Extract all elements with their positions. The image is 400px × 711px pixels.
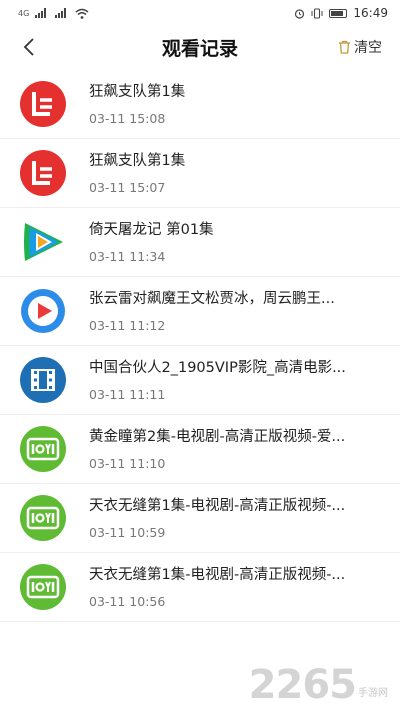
- vibrate-icon: [311, 7, 323, 19]
- history-row[interactable]: 黄金瞳第2集-电视剧-高清正版视频-爱... 03-11 11:10: [0, 415, 400, 484]
- history-row-text: 倚天屠龙记 第01集 03-11 11:34: [89, 220, 400, 265]
- film-1905-logo-icon: [20, 357, 66, 403]
- watch-time: 03-11 11:10: [89, 455, 166, 471]
- youku-logo-icon: [21, 289, 65, 333]
- video-title: 天衣无缝第1集-电视剧-高清正版视频-...: [89, 497, 346, 514]
- history-row-text: 张云雷对飙魔王文松贾冰，周云鹏王... 03-11 11:12: [89, 289, 400, 334]
- watermark-number: 2265: [248, 662, 357, 708]
- signal-icon: [35, 8, 47, 18]
- iqiyi-logo-icon: [20, 495, 66, 541]
- video-title: 黄金瞳第2集-电视剧-高清正版视频-爱...: [89, 428, 346, 445]
- chevron-left-icon: [23, 38, 34, 56]
- alarm-icon: [295, 8, 305, 19]
- watch-time: 03-11 11:11: [89, 386, 166, 402]
- history-row[interactable]: 倚天屠龙记 第01集 03-11 11:34: [0, 208, 400, 277]
- watermark: 2265 手游网: [249, 665, 388, 705]
- page-title: 观看记录: [161, 37, 238, 60]
- history-row-text: 狂飙支队第1集 03-11 15:07: [89, 151, 400, 196]
- status-bar: 4G 16:49: [0, 0, 400, 26]
- signal-icon-2: [55, 8, 67, 18]
- battery-icon: [329, 8, 348, 18]
- watch-time: 03-11 10:59: [89, 524, 166, 540]
- history-row[interactable]: 天衣无缝第1集-电视剧-高清正版视频-... 03-11 10:59: [0, 484, 400, 553]
- history-row[interactable]: 天衣无缝第1集-电视剧-高清正版视频-... 03-11 10:56: [0, 553, 400, 622]
- clear-label: 清空: [354, 40, 382, 56]
- history-row-text: 狂飙支队第1集 03-11 15:08: [89, 82, 400, 127]
- status-right: 16:49: [294, 6, 388, 20]
- tencent-video-logo-icon: [24, 223, 63, 261]
- history-row[interactable]: 狂飙支队第1集 03-11 15:08: [0, 70, 400, 139]
- history-list: 狂飙支队第1集 03-11 15:08 狂飙支队第1集 03-11 15:07 …: [0, 70, 400, 622]
- video-title: 天衣无缝第1集-电视剧-高清正版视频-...: [89, 566, 346, 583]
- video-title: 中国合伙人2_1905VIP影院_高清电影...: [89, 359, 346, 376]
- letv-logo-icon: [20, 150, 66, 196]
- watch-time: 03-11 11:34: [89, 248, 166, 264]
- history-row-text: 天衣无缝第1集-电视剧-高清正版视频-... 03-11 10:59: [89, 496, 400, 541]
- iqiyi-logo-icon: [20, 564, 66, 610]
- history-row-text: 中国合伙人2_1905VIP影院_高清电影... 03-11 11:11: [89, 358, 400, 403]
- status-left: 4G: [18, 8, 89, 19]
- history-row-text: 天衣无缝第1集-电视剧-高清正版视频-... 03-11 10:56: [89, 565, 400, 610]
- video-title: 倚天屠龙记 第01集: [89, 221, 214, 238]
- watch-time: 03-11 15:08: [89, 110, 166, 126]
- wifi-icon: [75, 8, 89, 19]
- watch-time: 03-11 11:12: [89, 317, 166, 333]
- history-row-text: 黄金瞳第2集-电视剧-高清正版视频-爱... 03-11 11:10: [89, 427, 400, 472]
- history-row[interactable]: 狂飙支队第1集 03-11 15:07: [0, 139, 400, 208]
- letv-logo-icon: [20, 81, 66, 127]
- video-title: 狂飙支队第1集: [89, 152, 186, 169]
- back-button[interactable]: [14, 32, 44, 62]
- nav-bar: 观看记录 清空: [0, 26, 400, 68]
- status-time: 16:49: [353, 6, 388, 20]
- video-title: 张云雷对飙魔王文松贾冰，周云鹏王...: [89, 290, 335, 307]
- iqiyi-logo-icon: [20, 426, 66, 472]
- history-row[interactable]: 中国合伙人2_1905VIP影院_高清电影... 03-11 11:11: [0, 346, 400, 415]
- watch-time: 03-11 10:56: [89, 593, 166, 609]
- signal-type-label: 4G: [18, 8, 30, 18]
- watermark-site-label: 手游网: [358, 688, 388, 699]
- clear-button[interactable]: 清空: [338, 37, 382, 57]
- history-row[interactable]: 张云雷对飙魔王文松贾冰，周云鹏王... 03-11 11:12: [0, 277, 400, 346]
- watch-time: 03-11 15:07: [89, 179, 166, 195]
- video-title: 狂飙支队第1集: [89, 83, 186, 100]
- trash-icon: [339, 40, 350, 54]
